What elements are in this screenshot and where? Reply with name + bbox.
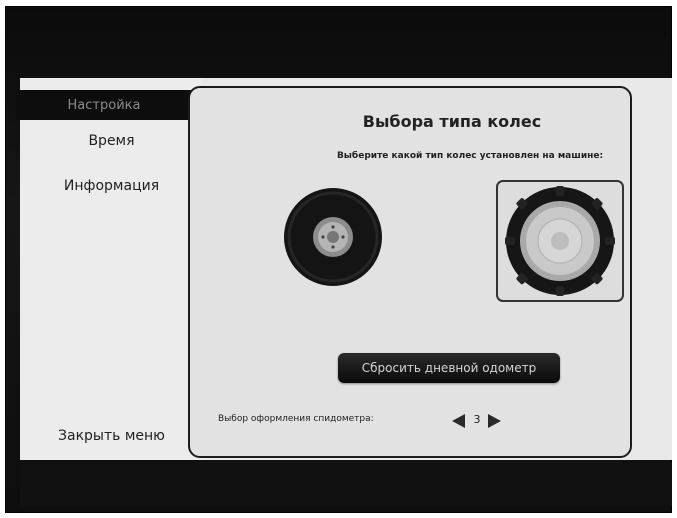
sidebar-item-info[interactable]: Информация — [20, 178, 203, 194]
close-menu-button[interactable]: Закрыть меню — [20, 428, 203, 444]
sidebar-item-time[interactable]: Время — [20, 133, 203, 149]
arrow-right-icon[interactable] — [488, 414, 501, 428]
wheel-option-large[interactable] — [496, 180, 624, 302]
sidebar-item-settings[interactable]: Настройка — [16, 90, 192, 120]
sidebar-item-label: Настройка — [67, 97, 141, 113]
speedometer-style-label: Выбор оформления спидометра: — [218, 414, 374, 424]
small-wheel-icon — [284, 188, 382, 286]
sidebar-item-label: Время — [88, 133, 135, 149]
wheel-option-small[interactable] — [282, 186, 384, 288]
close-menu-label: Закрыть меню — [58, 428, 165, 444]
reset-trip-odometer-button[interactable]: Сбросить дневной одометр — [338, 353, 560, 383]
large-wheel-icon — [505, 186, 615, 296]
bottom-bar — [20, 462, 672, 506]
speedometer-style-value: 3 — [473, 413, 481, 426]
sidebar-item-label: Информация — [63, 178, 160, 194]
arrow-left-icon[interactable] — [452, 414, 465, 428]
page-title: Выбора типа колес — [362, 112, 542, 131]
sidebar: Время Информация Закрыть меню — [20, 78, 203, 460]
page-subtitle: Выберите какой тип колес установлен на м… — [336, 151, 604, 161]
